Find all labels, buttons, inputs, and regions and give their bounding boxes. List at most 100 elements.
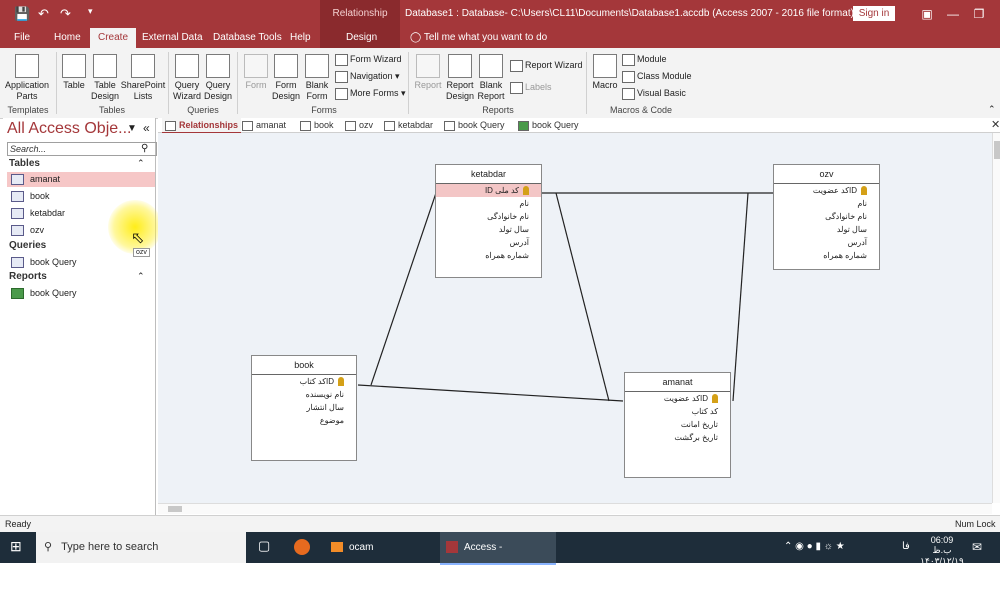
table-header[interactable]: ozv xyxy=(774,165,879,184)
table-button[interactable]: Table xyxy=(60,54,88,91)
sign-in-button[interactable]: Sign in xyxy=(853,6,895,21)
field-row[interactable]: سال انتشار xyxy=(252,401,356,414)
close-tab-icon[interactable]: ✕ xyxy=(991,118,1000,132)
tab-database-tools[interactable]: Database Tools xyxy=(213,28,282,48)
table-header[interactable]: amanat xyxy=(625,373,730,392)
navigation-button[interactable]: Navigation ▾ xyxy=(335,69,400,83)
table-header[interactable]: ketabdar xyxy=(436,165,541,184)
primary-key-field[interactable]: IDکد عضویت xyxy=(625,392,730,405)
form-wizard-button[interactable]: Form Wizard xyxy=(335,52,402,66)
relationships-canvas[interactable]: ketabdar کد ملی ID نام نام خانوادگی سال … xyxy=(158,133,992,503)
nav-section-queries[interactable]: Queries xyxy=(9,240,46,251)
task-view-icon[interactable]: ▢ xyxy=(258,538,270,554)
tab-ketabdar[interactable]: ketabdar xyxy=(384,118,433,132)
blank-form-button[interactable]: Blank Form xyxy=(302,54,332,102)
tab-external-data[interactable]: External Data xyxy=(142,28,203,48)
primary-key-field[interactable]: IDکد عضویت xyxy=(774,184,879,197)
table-ketabdar[interactable]: ketabdar کد ملی ID نام نام خانوادگی سال … xyxy=(435,164,542,278)
customize-toolbar-icon[interactable]: ▾ xyxy=(88,6,93,17)
field-row[interactable]: نام xyxy=(774,197,879,210)
field-row[interactable]: تاریخ برگشت xyxy=(625,431,730,444)
field-row[interactable]: شماره همراه xyxy=(436,249,541,262)
tab-book-query-report[interactable]: book Query xyxy=(518,118,579,132)
search-icon[interactable]: ⚲ xyxy=(141,143,148,154)
tab-file[interactable]: File xyxy=(14,28,30,48)
tab-help[interactable]: Help xyxy=(290,28,311,48)
table-header[interactable]: book xyxy=(252,356,356,375)
tab-design[interactable]: Design xyxy=(346,28,377,48)
table-book[interactable]: book IDکد کتاب نام نویسنده سال انتشار مو… xyxy=(251,355,357,461)
horizontal-scrollbar[interactable] xyxy=(158,503,992,514)
field-row[interactable]: نام خانوادگی xyxy=(436,210,541,223)
table-amanat[interactable]: amanat IDکد عضویت کد کتاب تاریخ امانت تا… xyxy=(624,372,731,478)
query-design-button[interactable]: Query Design xyxy=(203,54,233,102)
field-row[interactable]: نام نویسنده xyxy=(252,388,356,401)
field-row[interactable]: شماره همراه xyxy=(774,249,879,262)
nav-search-input[interactable]: Search... xyxy=(7,142,157,156)
primary-key-field[interactable]: IDکد کتاب xyxy=(252,375,356,388)
tab-create[interactable]: Create xyxy=(90,28,137,48)
field-row[interactable]: موضوع xyxy=(252,414,356,427)
windows-start-icon[interactable]: ⊞ xyxy=(10,538,22,555)
field-row[interactable]: سال تولد xyxy=(436,223,541,236)
ribbon-display-icon[interactable]: ▣ xyxy=(914,4,940,24)
undo-icon[interactable]: ↶ xyxy=(38,6,49,22)
redo-icon[interactable]: ↷ xyxy=(60,6,71,22)
field-row[interactable]: نام xyxy=(436,197,541,210)
nav-item-book-query[interactable]: book Query xyxy=(7,255,155,270)
macro-button[interactable]: Macro xyxy=(590,54,620,91)
table-ozv[interactable]: ozv IDکد عضویت نام نام خانوادگی سال تولد… xyxy=(773,164,880,270)
nav-item-book-query-report[interactable]: book Query xyxy=(7,286,155,301)
blank-report-button[interactable]: Blank Report xyxy=(476,54,506,102)
application-parts-button[interactable]: Application Parts xyxy=(4,54,50,102)
more-forms-button[interactable]: More Forms ▾ xyxy=(335,86,406,100)
table-design-button[interactable]: Table Design xyxy=(90,54,120,102)
nav-section-tables[interactable]: Tables xyxy=(9,158,40,169)
field-row[interactable]: تاریخ امانت xyxy=(625,418,730,431)
shutter-bar-close-icon[interactable]: « xyxy=(143,121,150,135)
field-row[interactable]: سال تولد xyxy=(774,223,879,236)
firefox-icon[interactable] xyxy=(294,539,310,555)
tab-book-query[interactable]: book Query xyxy=(444,118,505,132)
save-icon[interactable]: 💾 xyxy=(14,6,30,22)
field-row[interactable]: نام خانوادگی xyxy=(774,210,879,223)
nav-menu-icon[interactable]: ▼ xyxy=(127,123,137,134)
system-tray-icons[interactable]: ⌃ ◉ ● ▮ ☼ ★ xyxy=(784,541,845,552)
language-indicator[interactable]: فا xyxy=(902,541,910,552)
class-module-button[interactable]: Class Module xyxy=(622,69,692,83)
tab-book[interactable]: book xyxy=(300,118,334,132)
field-row[interactable]: آدرس xyxy=(436,236,541,249)
taskbar-app-ocam[interactable]: ocam xyxy=(325,532,433,563)
notification-icon[interactable]: ✉ xyxy=(972,540,982,554)
labels-button[interactable]: Labels xyxy=(510,80,552,94)
form-button[interactable]: Form xyxy=(242,54,270,91)
nav-pane-title[interactable]: All Access Obje... xyxy=(7,120,132,138)
relationship-line[interactable] xyxy=(732,192,749,402)
form-design-button[interactable]: Form Design xyxy=(271,54,301,102)
report-design-button[interactable]: Report Design xyxy=(444,54,476,102)
taskbar-search-box[interactable]: ⚲ Type here to search xyxy=(36,532,246,563)
clock[interactable]: 06:09 ب.ظ ۱۴۰۳/۱۲/۱۹ xyxy=(920,535,964,567)
minimize-button[interactable]: — xyxy=(940,4,966,24)
collapse-ribbon-icon[interactable]: ⌃ xyxy=(988,104,996,115)
vertical-scrollbar[interactable] xyxy=(992,133,1000,503)
visual-basic-button[interactable]: Visual Basic xyxy=(622,86,686,100)
collapse-tables-icon[interactable]: ⌃ xyxy=(137,158,145,169)
tab-relationships[interactable]: Relationships xyxy=(162,118,242,134)
query-wizard-button[interactable]: Query Wizard xyxy=(172,54,202,102)
nav-item-amanat[interactable]: amanat xyxy=(7,172,155,187)
tell-me-box[interactable]: ◯ Tell me what you want to do xyxy=(410,28,547,48)
nav-section-reports[interactable]: Reports xyxy=(9,271,47,282)
tab-amanat[interactable]: amanat xyxy=(242,118,286,132)
field-row[interactable]: کد کتاب xyxy=(625,405,730,418)
taskbar-app-access[interactable]: Access - Database1... xyxy=(440,532,556,584)
primary-key-field[interactable]: کد ملی ID xyxy=(436,184,541,197)
relationship-line[interactable] xyxy=(370,192,437,386)
restore-button[interactable]: ❐ xyxy=(966,4,992,24)
tab-home[interactable]: Home xyxy=(54,28,81,48)
relationship-line[interactable] xyxy=(357,384,624,402)
relationship-line[interactable] xyxy=(555,192,610,402)
report-button[interactable]: Report xyxy=(413,54,443,91)
field-row[interactable]: آدرس xyxy=(774,236,879,249)
module-button[interactable]: Module xyxy=(622,52,667,66)
